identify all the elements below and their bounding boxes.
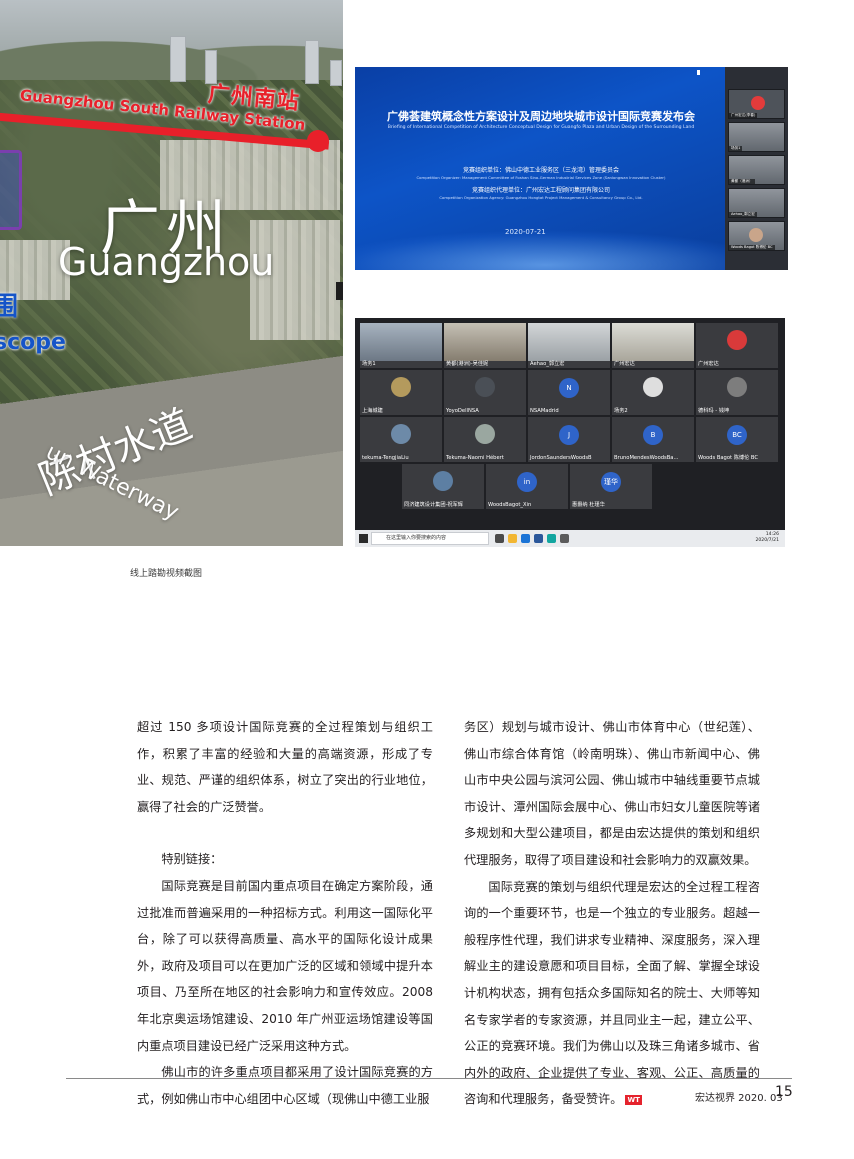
- sidebar-tile[interactable]: Woods Bagot 陈博伦 BC: [728, 221, 785, 251]
- participant-sidebar: 广州宏达(李春) 场务1 黄都（港洲） Aehao_郭立宏 Woods Bago…: [725, 67, 788, 270]
- text-column-left: 超过 150 多项设计国际竞赛的全过程策划与组织工作，积累了丰富的经验和大量的高…: [137, 714, 433, 1112]
- page-number: 15: [775, 1084, 793, 1100]
- participant-tile[interactable]: 黄都(港洲)-吴佳妮: [444, 323, 526, 368]
- participant-tile[interactable]: Tekuma-Naomi Hébert: [444, 417, 526, 462]
- paragraph-text: 国际竞赛的策划与组织代理是宏达的全过程工程咨询的一个重要环节，也是一个独立的专业…: [464, 879, 760, 1107]
- briefing-slide: 广佛荟建筑概念性方案设计及周边地块城市设计国际竞赛发布会 Briefing of…: [355, 67, 725, 270]
- avatar: N: [559, 378, 579, 398]
- building: [305, 40, 319, 84]
- cursor-icon: [697, 70, 700, 75]
- chevron-left-icon: [336, 282, 343, 300]
- briefing-screenshot: 广佛荟建筑概念性方案设计及周边地块城市设计国际竞赛发布会 Briefing of…: [355, 67, 788, 270]
- participant-tile[interactable]: 瑾华 惠爵纳 杜瑾华: [570, 464, 652, 509]
- paragraph: 佛山市的许多重点项目都采用了设计国际竞赛的方式，例如佛山市中心组团中心区域（现佛…: [137, 1065, 433, 1106]
- avatar: 瑾华: [601, 472, 621, 492]
- paragraph: 务区）规划与城市设计、佛山市体育中心（世纪莲）、佛山市综合体育馆（岭南明珠）、佛…: [464, 720, 760, 867]
- city-label-en: Guangzhou: [58, 240, 275, 284]
- aerial-photo: 广州南站 Guangzhou South Railway Station 广州 …: [0, 0, 343, 546]
- word-icon[interactable]: [534, 534, 543, 543]
- profile-photo: [391, 424, 411, 444]
- video-meeting-screenshot: 场务1 黄都(港洲)-吴佳妮 Aehao_郭立宏 广州宏达 广州宏达 上海城建 …: [355, 318, 785, 547]
- meeting-app-icon[interactable]: [547, 534, 556, 543]
- record-icon: [751, 96, 765, 110]
- participant-tile[interactable]: 场务2: [612, 370, 694, 415]
- taskbar-search-input[interactable]: 在这里输入你要搜索的内容: [371, 532, 489, 545]
- sidebar-tile[interactable]: 场务1: [728, 122, 785, 152]
- taskbar-clock: 14:26 2020/7/21: [755, 532, 779, 543]
- task-view-icon[interactable]: [495, 534, 504, 543]
- camera-feed: [360, 323, 442, 361]
- paragraph: 国际竞赛的策划与组织代理是宏达的全过程工程咨询的一个重要环节，也是一个独立的专业…: [464, 874, 760, 1113]
- paragraph: 国际竞赛是目前国内重点项目在确定方案阶段，通过批准而普遍采用的一种招标方式。利用…: [137, 878, 433, 1053]
- text-column-right: 务区）规划与城市设计、佛山市体育中心（世纪莲）、佛山市综合体育馆（岭南明珠）、佛…: [464, 714, 760, 1113]
- profile-photo: [643, 377, 663, 397]
- participant-tile[interactable]: 同济建筑设计集团-祝军辉: [402, 464, 484, 509]
- end-mark-logo: WT: [625, 1094, 642, 1105]
- sidebar-tile[interactable]: Aehao_郭立宏: [728, 188, 785, 218]
- participant-tile[interactable]: J JordonSaundersWoodsB: [528, 417, 610, 462]
- magazine-issue: 宏达视界 2020. 03: [695, 1093, 783, 1104]
- profile-photo: [727, 377, 747, 397]
- participant-tile[interactable]: tekuma-TengjiaLiu: [360, 417, 442, 462]
- profile-photo: [475, 377, 495, 397]
- section-heading: 特别链接：: [161, 852, 223, 867]
- taskbar: 在这里输入你要搜索的内容 14:26 2020/7/21: [355, 530, 785, 547]
- building: [170, 36, 186, 82]
- camera-feed: [528, 323, 610, 361]
- footer-divider: [66, 1078, 792, 1079]
- camera-feed: [612, 323, 694, 361]
- app-icon[interactable]: [560, 534, 569, 543]
- participant-tile[interactable]: in WoodsBagot_Xin: [486, 464, 568, 509]
- participant-tile[interactable]: 场务1: [360, 323, 442, 368]
- participant-tile[interactable]: N NSAMadrid: [528, 370, 610, 415]
- participant-tile[interactable]: BC Woods Bagot 陈博伦 BC: [696, 417, 778, 462]
- participant-tile[interactable]: YoyoDellNSA: [444, 370, 526, 415]
- avatar: J: [559, 425, 579, 445]
- slide-subtitle: Briefing of International Competition of…: [387, 125, 695, 130]
- participant-tile[interactable]: 广州宏达: [696, 323, 778, 368]
- slide-agency-en: Competition Organization Agency: Guangzh…: [439, 195, 643, 200]
- windows-start-icon[interactable]: [359, 534, 368, 543]
- participant-tile[interactable]: 广州宏达: [612, 323, 694, 368]
- profile-photo: [475, 424, 495, 444]
- participant-tile[interactable]: 德科玛 - 钱坤: [696, 370, 778, 415]
- file-explorer-icon[interactable]: [508, 534, 517, 543]
- slide-date: 2020-07-21: [505, 228, 546, 236]
- camera-feed: [444, 323, 526, 361]
- sidebar-tile[interactable]: 黄都（港洲）: [728, 155, 785, 185]
- station-marker: [307, 130, 329, 152]
- avatar: BC: [727, 425, 747, 445]
- record-icon: [727, 330, 747, 350]
- scope-label-cn: 围: [0, 292, 19, 322]
- figure-caption: 线上踏勘视频截图: [130, 569, 203, 579]
- paragraph: 超过 150 多项设计国际竞赛的全过程策划与组织工作，积累了丰富的经验和大量的高…: [137, 720, 433, 814]
- sidebar-tile[interactable]: 广州宏达(李春): [728, 89, 785, 119]
- scope-label-en: scope: [0, 330, 66, 355]
- profile-photo: [433, 471, 453, 491]
- avatar: in: [517, 472, 537, 492]
- participant-tile[interactable]: 上海城建: [360, 370, 442, 415]
- building: [330, 60, 342, 86]
- browser-icon[interactable]: [521, 534, 530, 543]
- scope-boundary: [0, 150, 22, 230]
- participant-tile[interactable]: B BrunoMendesWoodsBa...: [612, 417, 694, 462]
- avatar: B: [643, 425, 663, 445]
- profile-photo: [391, 377, 411, 397]
- slide-title: 广佛荟建筑概念性方案设计及周边地块城市设计国际竞赛发布会: [387, 110, 695, 123]
- person-avatar: [749, 228, 763, 242]
- participant-tile[interactable]: Aehao_郭立宏: [528, 323, 610, 368]
- slide-agency: 竞赛组织代理单位：广州宏达工程顾问集团有限公司: [471, 187, 610, 194]
- slide-organizer-en: Competition Organizer: Management Commit…: [416, 175, 666, 180]
- slide-organizer: 竞赛组织单位：佛山中德工业服务区（三龙湾）管理委员会: [462, 167, 619, 174]
